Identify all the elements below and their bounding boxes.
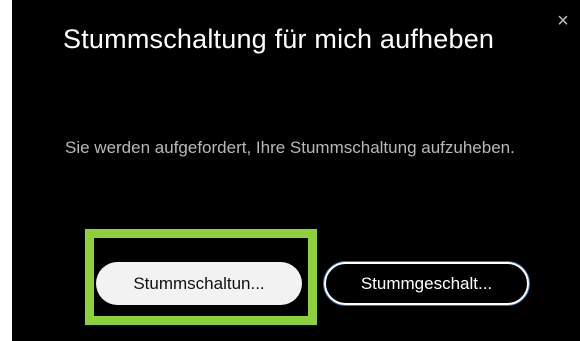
close-icon[interactable]: × (552, 10, 574, 32)
unmute-request-dialog: × Stummschaltung für mich aufheben Sie w… (12, 0, 580, 341)
stay-muted-button[interactable]: Stummgeschalt... (324, 262, 529, 305)
dialog-message: Sie werden aufgefordert, Ihre Stummschal… (65, 138, 515, 157)
unmute-button[interactable]: Stummschaltun... (96, 262, 302, 305)
dialog-title: Stummschaltung für mich aufheben (63, 24, 495, 54)
